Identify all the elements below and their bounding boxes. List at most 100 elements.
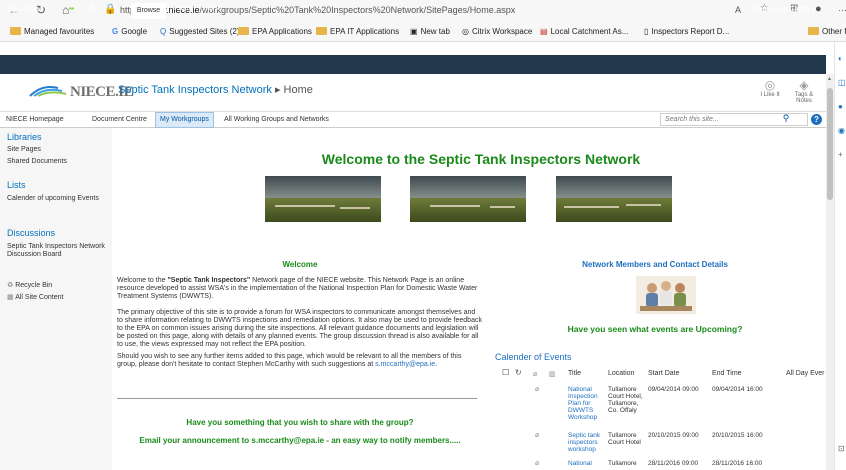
nav-my-workgroups[interactable]: My Workgroups (155, 112, 214, 128)
sidebar-outlook-icon[interactable]: ◉ (838, 126, 845, 135)
recycle-bin-icon: ♻ (7, 282, 16, 289)
leftnav-all-site-content[interactable]: ▦ All Site Content (7, 294, 63, 302)
spacer (0, 42, 846, 55)
discussions-heading[interactable]: Discussions (7, 228, 55, 238)
event-title-link[interactable]: National (568, 460, 606, 467)
doc-icon: ▤ (540, 27, 548, 36)
read-aloud-icon[interactable]: A (735, 5, 741, 15)
scroll-up-icon[interactable]: ▲ (827, 76, 832, 82)
tags-notes-button[interactable]: ◈ Tags & Notes (790, 78, 818, 104)
fav-citrix[interactable]: ◎ Citrix Workspace (462, 27, 532, 36)
announcement-email-link[interactable]: s.mccarthy@epa.ie (251, 436, 324, 445)
tab-icon: ▣ (410, 27, 418, 36)
fav-suggested[interactable]: Q Suggested Sites (2) (160, 27, 240, 36)
objective-paragraph: The primary objective of this site is to… (117, 309, 482, 348)
leftnav-recycle-bin[interactable]: ♻ Recycle Bin (7, 282, 52, 290)
sidebar-shopping-icon[interactable]: ◫ (838, 78, 846, 87)
event-end: 09/04/2014 16:00 (712, 386, 763, 393)
nav-niece-homepage[interactable]: NIECE Homepage (6, 116, 64, 123)
fav-other[interactable]: Other favor (808, 27, 846, 36)
select-all-checkbox[interactable]: ☐ (502, 368, 509, 377)
landscape-photo-2 (410, 176, 526, 222)
like-it-label: I Like It (760, 92, 780, 98)
profile-icon[interactable]: ● (815, 3, 822, 15)
contact-email-link[interactable]: s.mccarthy@epa.ie (375, 361, 435, 368)
leftnav-site-pages[interactable]: Site Pages (7, 146, 41, 154)
lists-heading[interactable]: Lists (7, 180, 26, 190)
scrollbar-thumb[interactable] (827, 88, 833, 200)
event-title-link[interactable]: Septic tank inspectors workshop (568, 432, 606, 453)
folder-icon (10, 27, 21, 35)
leftnav-shared-documents[interactable]: Shared Documents (7, 158, 67, 166)
col-start-date[interactable]: Start Date (648, 370, 680, 377)
breadcrumb: Septic Tank Inspectors Network ▸ Home (118, 83, 313, 96)
events-question: Have you seen what events are Upcoming? (567, 324, 743, 334)
help-icon[interactable]: ? (811, 114, 822, 125)
libraries-heading[interactable]: Libraries (7, 132, 42, 142)
folder-icon (808, 27, 819, 35)
event-title-link[interactable]: National Inspection Plan for DWWTS Works… (568, 386, 606, 421)
nav-all-working-groups[interactable]: All Working Groups and Networks (224, 116, 329, 123)
landscape-photo-3 (556, 176, 672, 222)
col-all-day[interactable]: All Day Ever (786, 370, 825, 377)
site-name-link[interactable]: Septic Tank Inspectors Network (118, 84, 272, 96)
fav-epa-it-apps[interactable]: EPA IT Applications (316, 27, 399, 36)
site-actions-menu[interactable]: Site Actions ▾ (6, 5, 48, 13)
tab-publish[interactable]: Publish (199, 5, 222, 12)
fav-google[interactable]: G Google (112, 27, 147, 36)
edit-page-icon[interactable]: ✎ (90, 4, 97, 13)
event-end: 20/10/2015 16:00 (712, 432, 763, 439)
event-start: 09/04/2014 09:00 (648, 386, 699, 393)
more-icon[interactable]: … (838, 3, 846, 13)
fav-inspectors-report[interactable]: ▯ Inspectors Report D... (644, 27, 729, 36)
lock-icon[interactable]: 🔒 (104, 4, 116, 15)
navigate-up-icon[interactable]: ➦ (68, 4, 75, 13)
sidebar-search-icon[interactable]: ◐ (838, 54, 843, 63)
sidebar-settings-icon[interactable]: ⊡ (838, 444, 845, 453)
user-menu[interactable]: Stephen McCarthy ▾ (752, 5, 815, 13)
share-heading: Have you something that you wish to shar… (186, 418, 414, 427)
event-location: Tullamore Court Hotel (608, 432, 641, 446)
col-title[interactable]: Title (568, 370, 581, 377)
niece-logo-icon (29, 86, 67, 97)
search-icon[interactable]: ⚲ (778, 113, 794, 126)
fav-epa-apps[interactable]: EPA Applications (238, 27, 312, 36)
attachment-icon: ⌀ (535, 386, 540, 393)
like-it-button[interactable]: ◎ I Like It (758, 78, 782, 98)
sidebar-add-icon[interactable]: + (838, 150, 843, 159)
event-start: 28/11/2016 09:00 (648, 460, 699, 467)
tag-icon: ◈ (799, 78, 809, 92)
people-icon: ▥ (549, 371, 556, 378)
fav-managed[interactable]: Managed favourites (10, 27, 94, 36)
refresh-list-icon[interactable]: ↻ (515, 368, 522, 377)
event-end: 28/11/2016 16:00 (712, 460, 763, 467)
divider (117, 398, 477, 399)
welcome-heading: Welcome (282, 260, 318, 269)
tab-page[interactable]: Page (174, 5, 190, 12)
tab-browse[interactable]: Browse (131, 3, 166, 19)
page-title: Home (283, 84, 313, 96)
members-heading[interactable]: Network Members and Contact Details (495, 260, 815, 269)
calendar-title[interactable]: Calender of Events (495, 352, 572, 362)
contact-paragraph: Should you wish to see any further items… (117, 353, 462, 368)
leftnav-discussion-board[interactable]: Septic Tank Inspectors Network Discussio… (7, 243, 111, 259)
suggested-icon: Q (160, 27, 167, 36)
welcome-title: Welcome to the Septic Tank Inspectors Ne… (321, 151, 641, 167)
event-location: Tullamore Court Hotel, Tullamore, Co. Of… (608, 386, 643, 414)
attachment-icon: ⌀ (533, 371, 538, 378)
col-location[interactable]: Location (608, 370, 634, 377)
fav-local-catchment[interactable]: ▤ Local Catchment As... (540, 27, 628, 36)
sidebar-tools-icon[interactable]: ● (838, 102, 843, 111)
attachment-icon: ⌀ (535, 432, 540, 439)
address-bar-area: ← ↻ ⌂ 🔒 https://www.niece.ie/workgroups/… (0, 0, 846, 22)
tags-notes-label: Tags & Notes (794, 92, 814, 104)
nav-document-centre[interactable]: Document Centre (92, 116, 147, 123)
breadcrumb-separator: ▸ (274, 84, 281, 96)
col-end-time[interactable]: End Time (712, 370, 742, 377)
leftnav-calendar-events[interactable]: Calender of upcoming Events (7, 195, 107, 203)
fav-new-tab[interactable]: ▣ New tab (410, 27, 450, 36)
team-photo (636, 276, 696, 314)
site-content-icon: ▦ (7, 294, 16, 301)
email-announcement: Email your announcement to s.mccarthy@ep… (139, 436, 461, 445)
landscape-photo-1 (265, 176, 381, 222)
